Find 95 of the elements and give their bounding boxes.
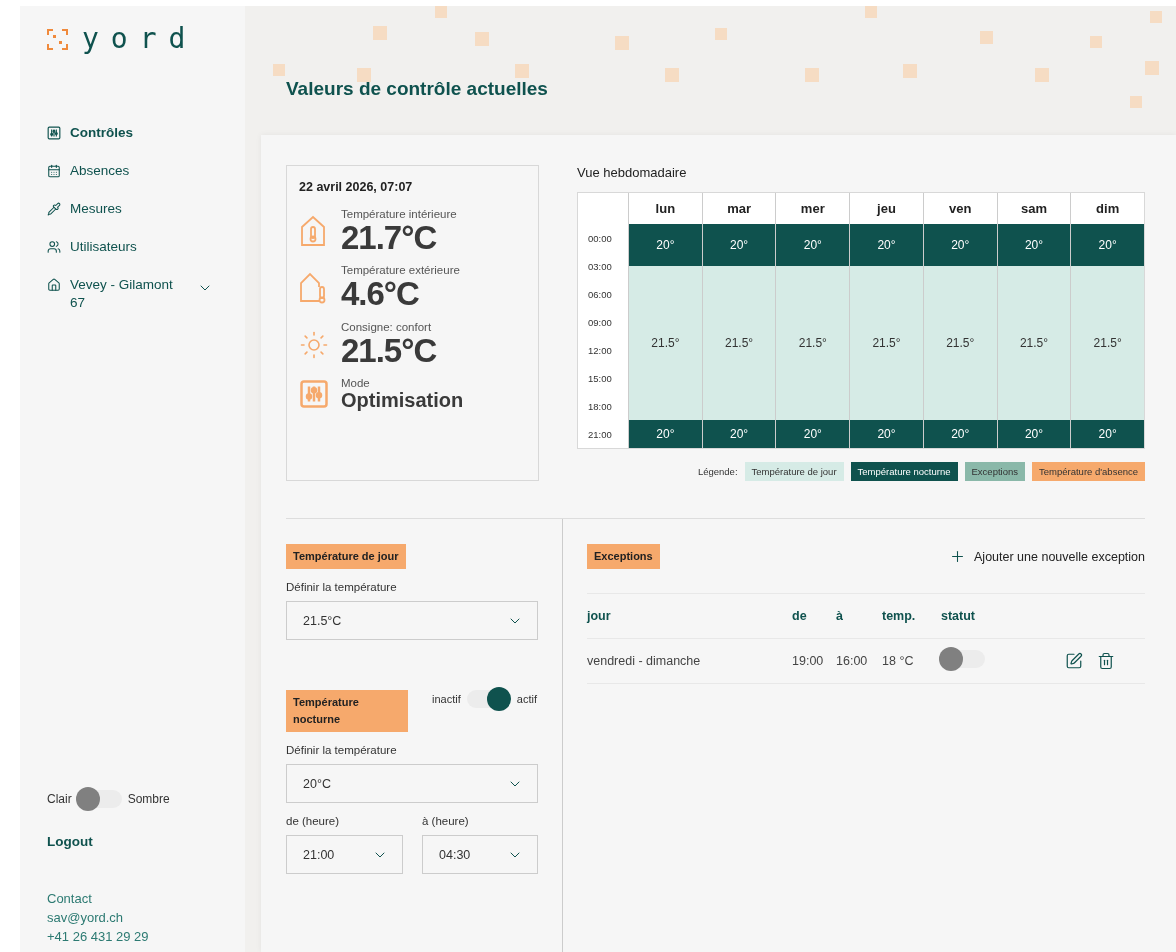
toggle-switch[interactable]: [77, 790, 122, 808]
reading-value: 21.5°C: [341, 332, 437, 369]
table-cell-text: 18 °C: [882, 654, 915, 668]
toggle-label: inactif: [432, 693, 461, 705]
schedule-block: 21.5°: [923, 266, 997, 420]
column-header: temp.: [882, 609, 917, 623]
time-label: 15:00: [587, 371, 613, 386]
legend-tag: Température nocturne: [850, 462, 958, 481]
table-cell-text: vendredi - dimanche: [587, 654, 702, 668]
section-tag: Exceptions: [587, 544, 660, 569]
logout-link[interactable]: Logout: [47, 834, 245, 849]
sidebar-item[interactable]: Contrôles: [47, 124, 217, 142]
time-label: 03:00: [587, 259, 613, 274]
contact-email[interactable]: sav@yord.ch: [47, 908, 245, 927]
schedule-block: 21.5°: [1071, 266, 1145, 420]
column-header: à: [836, 609, 844, 623]
schedule-block: 20°: [850, 224, 923, 266]
schedule-block: 20°: [776, 420, 850, 448]
reading-label: Température extérieure: [341, 264, 460, 277]
users-icon: [47, 240, 61, 254]
contact-phone: +41 26 431 29 29: [47, 928, 150, 946]
temperature-select[interactable]: 20°C: [286, 764, 538, 803]
reading-label: Consigne: confort: [341, 320, 433, 333]
temperature-select[interactable]: 21.5°C: [286, 601, 538, 640]
reading-value: 4.6°C: [341, 276, 420, 313]
sun-icon: [299, 329, 329, 360]
legend-label: Légende:: [697, 466, 738, 477]
home-icon: [47, 278, 61, 292]
add-exception-button[interactable]: Ajouter une nouvelle exception: [949, 548, 1145, 565]
field-label: de (heure): [286, 815, 341, 827]
section-tag: Température nocturne: [286, 690, 408, 732]
schedule-block: 21.5°: [629, 266, 702, 420]
legend-tag: Température de jour: [744, 462, 844, 481]
reading-label: Mode: [341, 376, 371, 389]
schedule-block: 20°: [1071, 420, 1145, 448]
schedule-block: 20°: [923, 224, 997, 266]
schedule-block: 21.5°: [776, 266, 850, 420]
toggle-switch[interactable]: [941, 650, 985, 668]
sidebar-item[interactable]: Mesures: [47, 200, 217, 218]
table-cell-text: 19:00: [792, 654, 825, 668]
section-tag: Température de jour: [286, 544, 406, 569]
time-label: 00:00: [587, 231, 613, 246]
column-header: de: [792, 609, 808, 623]
time-label: 06:00: [587, 287, 613, 302]
schedule-block: 20°: [702, 420, 776, 448]
sliders-icon: [299, 378, 329, 409]
time-label: 21:00: [587, 427, 613, 442]
schedule-block: 21.5°: [850, 266, 923, 420]
logo-icon: [47, 28, 68, 50]
toggle-label: actif: [516, 693, 537, 705]
table-cell-text: 16:00: [836, 654, 869, 668]
schedule-block: 20°: [850, 420, 923, 448]
column-header: statut: [941, 609, 977, 623]
sidebar-item[interactable]: Absences: [47, 162, 217, 180]
trash-icon: [1097, 652, 1115, 670]
schedule-block: 21.5°: [702, 266, 776, 420]
schedule-block: 20°: [997, 224, 1071, 266]
schedule-block: 20°: [997, 420, 1071, 448]
edit-icon: [1065, 652, 1083, 670]
reading-value: 21.7°C: [341, 220, 438, 257]
sidebar-item[interactable]: Utilisateurs: [47, 238, 217, 256]
schedule-block: 20°: [923, 420, 997, 448]
calendar-icon: [47, 164, 61, 178]
field-label: Définir la température: [286, 581, 398, 593]
toggle-label: Sombre: [127, 792, 170, 806]
schedule-block: 20°: [629, 420, 702, 448]
section-title: Vue hebdomadaire: [577, 165, 688, 180]
schedule-block: 20°: [1071, 224, 1145, 266]
schedule-block: 20°: [702, 224, 776, 266]
column-header: jour: [587, 609, 612, 623]
date-time: 22 avril 2026, 07:07: [299, 180, 414, 194]
sliders-icon: [47, 126, 61, 140]
reading-label: Température intérieure: [341, 208, 457, 220]
toggle-switch[interactable]: [466, 690, 511, 708]
toggle-label: Clair: [47, 792, 72, 806]
edit-button[interactable]: [1065, 652, 1083, 670]
page-title: Valeurs de contrôle actuelles: [286, 78, 549, 101]
time-select[interactable]: 04:30: [422, 835, 538, 874]
time-label: 09:00: [587, 315, 613, 330]
field-label: à (heure): [422, 815, 470, 827]
delete-button[interactable]: [1097, 652, 1115, 670]
pipette-icon: [47, 202, 61, 216]
time-label: 12:00: [587, 343, 613, 358]
sidebar-item[interactable]: Vevey - Gilamont 67: [47, 276, 217, 312]
schedule-block: 20°: [629, 224, 702, 266]
legend-tag: Exceptions: [964, 462, 1025, 481]
contact-title: Contact: [47, 890, 93, 908]
schedule-block: 20°: [776, 224, 850, 266]
field-label: Définir la température: [286, 744, 398, 756]
logo-text: yord: [82, 25, 198, 53]
legend-tag: Température d'absence: [1032, 462, 1145, 481]
schedule-block: 21.5°: [997, 266, 1071, 420]
time-label: 18:00: [587, 399, 613, 414]
reading-value: Optimisation: [341, 388, 464, 411]
time-select[interactable]: 21:00: [286, 835, 403, 874]
